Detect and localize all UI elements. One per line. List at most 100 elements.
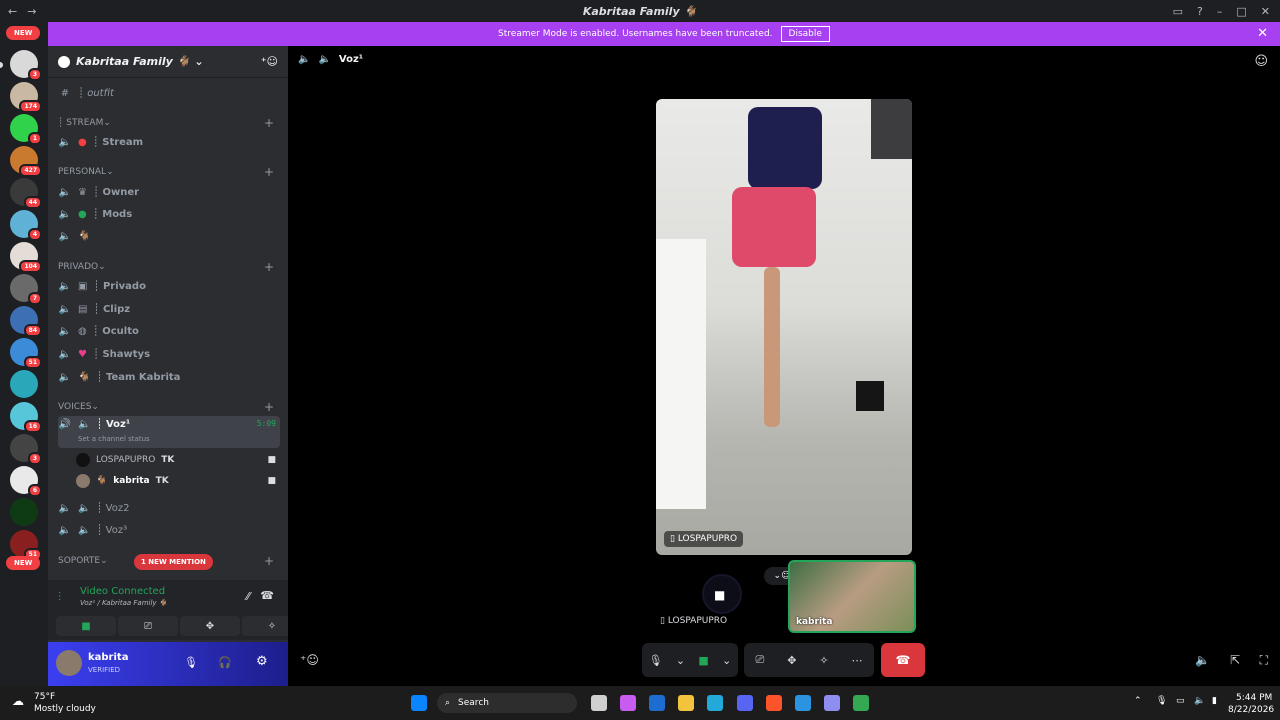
server-icon[interactable]: 7 bbox=[10, 274, 42, 305]
app-icon[interactable] bbox=[795, 695, 811, 711]
channel-outfit[interactable]: # ┊ outfit bbox=[58, 83, 280, 103]
server-icon[interactable]: 84 bbox=[10, 306, 42, 337]
server-icon[interactable] bbox=[10, 498, 38, 526]
close-icon[interactable]: ✕ bbox=[1261, 5, 1270, 18]
server-icon[interactable]: 174 bbox=[10, 82, 42, 113]
network-icon[interactable]: ▭ bbox=[1176, 696, 1185, 706]
server-icon[interactable]: 6 bbox=[10, 466, 42, 497]
volume-icon[interactable]: 🔈 bbox=[1194, 696, 1205, 706]
category-voices[interactable]: VOICES ⌄ + bbox=[58, 400, 280, 414]
channel-mods[interactable]: 🔈 ● ┊ Mods bbox=[58, 204, 280, 224]
new-pill-bottom[interactable]: NEW bbox=[6, 556, 41, 570]
headphones-icon[interactable]: 🎧 bbox=[218, 656, 232, 669]
guild-header[interactable]: Kabritaa Family 🐐 ⌄ ⁺☺ bbox=[48, 46, 288, 78]
end-call-button[interactable]: ☎ bbox=[881, 643, 925, 677]
new-pill-top[interactable]: NEW bbox=[6, 26, 41, 40]
server-icon[interactable]: 1 bbox=[10, 114, 42, 145]
microphone-icon[interactable]: 🎙 bbox=[1156, 696, 1167, 706]
clock-time[interactable]: 5:44 PM bbox=[1236, 693, 1272, 703]
camera-button[interactable]: ■ bbox=[56, 616, 116, 636]
more-icon[interactable]: ⋯ bbox=[852, 654, 863, 667]
minimize-icon[interactable]: – bbox=[1217, 5, 1223, 18]
voice-user-lospapupro[interactable]: LOSPAPUPRO TK ■ bbox=[76, 453, 276, 467]
microphone-icon[interactable]: 🎙 bbox=[184, 656, 198, 669]
channel-status[interactable]: Set a channel status bbox=[78, 435, 150, 443]
disconnect-icon[interactable]: ☎ bbox=[260, 589, 274, 602]
chevron-up-icon[interactable]: ⌃ bbox=[1134, 696, 1142, 706]
participant-tile-lospapupro[interactable]: ■ ▯ LOSPAPUPRO bbox=[660, 562, 770, 632]
server-icon[interactable]: 51 bbox=[10, 338, 42, 369]
search-box[interactable]: ⌕ Search bbox=[437, 693, 577, 713]
edge-icon[interactable] bbox=[707, 695, 723, 711]
server-icon[interactable]: 427 bbox=[10, 146, 42, 177]
weather-desc[interactable]: Mostly cloudy bbox=[34, 704, 96, 714]
server-icon[interactable]: 16 bbox=[10, 402, 42, 433]
help-icon[interactable]: ? bbox=[1197, 5, 1203, 18]
add-channel-icon[interactable]: + bbox=[264, 165, 274, 179]
app-icon[interactable] bbox=[853, 695, 869, 711]
add-channel-icon[interactable]: + bbox=[264, 260, 274, 274]
add-channel-icon[interactable]: + bbox=[264, 554, 274, 568]
main-video[interactable]: ▯ LOSPAPUPRO bbox=[656, 99, 912, 555]
screenshare-button[interactable]: ⎚ bbox=[118, 616, 178, 636]
battery-icon[interactable]: ▮ bbox=[1212, 696, 1217, 706]
clock-date[interactable]: 8/22/2026 bbox=[1228, 705, 1274, 715]
microphone-icon[interactable]: 🎙 bbox=[649, 654, 663, 667]
chevron-down-icon[interactable]: ⌄ bbox=[722, 654, 731, 667]
signal-icon[interactable]: ⫶ bbox=[58, 590, 61, 605]
popout-icon[interactable]: ⇱ bbox=[1230, 653, 1240, 667]
outlook-icon[interactable] bbox=[649, 695, 665, 711]
channel-shawtys[interactable]: 🔈 ♥ ┊ Shawtys bbox=[58, 344, 280, 364]
voice-user-kabrita[interactable]: 🐐 kabrita TK ■ bbox=[76, 474, 276, 488]
category-personal[interactable]: PERSONAL ⌄ + bbox=[58, 165, 280, 179]
file-explorer-icon[interactable] bbox=[678, 695, 694, 711]
disable-button[interactable]: Disable bbox=[780, 26, 830, 42]
maximize-icon[interactable]: □ bbox=[1236, 5, 1246, 18]
invite-icon[interactable]: ⁺☺ bbox=[300, 653, 319, 667]
server-icon[interactable] bbox=[10, 370, 38, 398]
channel-oculto[interactable]: 🔈 ◍ ┊ Oculto bbox=[58, 321, 280, 341]
gear-icon[interactable]: ⚙ bbox=[256, 654, 268, 669]
camera-icon[interactable]: ■ bbox=[698, 654, 708, 667]
participant-tile-kabrita[interactable]: kabrita bbox=[788, 560, 916, 633]
server-icon[interactable]: 4 bbox=[10, 210, 42, 241]
add-channel-icon[interactable]: + bbox=[264, 400, 274, 414]
avatar[interactable] bbox=[56, 650, 82, 676]
add-channel-icon[interactable]: + bbox=[264, 116, 274, 130]
activities-icon[interactable]: ✥ bbox=[787, 654, 796, 667]
channel-voz1[interactable]: 🔊 🔈 ┊ Voz¹ 5:09 Set a channel status bbox=[58, 416, 280, 448]
channel-voz2[interactable]: 🔈 🔈 ┊ Voz2 bbox=[58, 498, 280, 518]
weather-temp[interactable]: 75°F bbox=[34, 692, 55, 702]
channel-voz3[interactable]: 🔈 🔈 ┊ Voz³ bbox=[58, 520, 280, 540]
activities-button[interactable]: ✥ bbox=[180, 616, 240, 636]
channel-stream[interactable]: 🔈 ● ┊ Stream bbox=[58, 132, 280, 152]
channel-team-kabrita[interactable]: 🔈 🐐 ┊ Team Kabrita bbox=[58, 367, 280, 387]
server-icon[interactable]: 104 bbox=[10, 242, 42, 273]
user-panel[interactable]: kabrita VERIFIED 🎙 🎧 ⚙ bbox=[48, 642, 288, 686]
discord-icon[interactable] bbox=[737, 695, 753, 711]
channel-clipz[interactable]: 🔈 ▤ ┊ Clipz bbox=[58, 299, 280, 319]
new-mention-pill[interactable]: 1 NEW MENTION bbox=[134, 554, 213, 570]
copilot-icon[interactable] bbox=[620, 695, 636, 711]
category-stream[interactable]: ┊ STREAM ⌄ + bbox=[58, 116, 280, 130]
close-banner-icon[interactable]: ✕ bbox=[1257, 26, 1268, 41]
task-view-icon[interactable] bbox=[591, 695, 607, 711]
start-icon[interactable] bbox=[411, 695, 427, 711]
noise-suppression-icon[interactable]: ⁄⁄ bbox=[246, 590, 250, 603]
add-friend-icon[interactable]: ⁺☺ bbox=[261, 55, 278, 68]
soundboard-icon[interactable]: ✧ bbox=[819, 654, 828, 667]
members-icon[interactable]: ☺ bbox=[1254, 54, 1268, 69]
brave-icon[interactable] bbox=[766, 695, 782, 711]
channel-goat[interactable]: 🔈 🐐 bbox=[58, 226, 280, 246]
voice-location[interactable]: Voz¹ / Kabritaa Family 🐐 bbox=[80, 599, 168, 607]
server-icon[interactable]: 3 bbox=[10, 50, 42, 81]
channel-privado[interactable]: 🔈 ▣ ┊ Privado bbox=[58, 276, 280, 296]
server-icon[interactable]: 3 bbox=[10, 434, 42, 465]
fullscreen-icon[interactable]: ⛶ bbox=[1260, 653, 1268, 668]
weather-icon[interactable]: ☁ bbox=[12, 694, 24, 708]
volume-icon[interactable]: 🔈 bbox=[1195, 653, 1210, 667]
chevron-down-icon[interactable]: ⌄ bbox=[676, 654, 685, 667]
channel-owner[interactable]: 🔈 ♛ ┊ Owner bbox=[58, 182, 280, 202]
app-icon[interactable] bbox=[824, 695, 840, 711]
server-icon[interactable]: 51 bbox=[10, 530, 42, 561]
